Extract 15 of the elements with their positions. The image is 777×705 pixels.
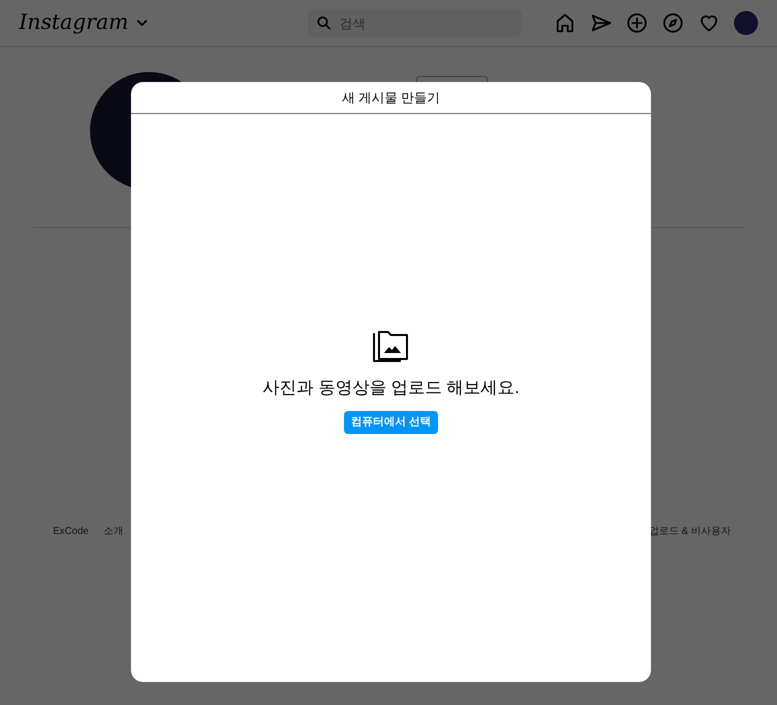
search-icon xyxy=(317,16,332,30)
avatar[interactable] xyxy=(734,11,758,35)
upload-prompt: 사진과 동영상을 업로드 해보세요. xyxy=(262,376,520,398)
add-icon[interactable] xyxy=(626,12,648,34)
select-from-computer-button[interactable]: 컴퓨터에서 선택 xyxy=(344,411,438,434)
footer-link[interactable]: 업로드 & 비사용자 xyxy=(648,524,731,539)
dialog-title: 새 게시물 만들기 xyxy=(342,88,440,107)
chevron-down-icon[interactable] xyxy=(137,20,148,26)
footer-link[interactable]: 소개 xyxy=(104,524,124,539)
paper-plane-icon[interactable] xyxy=(590,12,612,34)
compass-icon[interactable] xyxy=(662,12,684,34)
instagram-logo[interactable]: Instagram xyxy=(19,7,128,39)
home-icon[interactable] xyxy=(554,12,576,34)
footer-link[interactable]: ExCode xyxy=(53,524,89,539)
photo-folder-icon xyxy=(372,328,410,362)
